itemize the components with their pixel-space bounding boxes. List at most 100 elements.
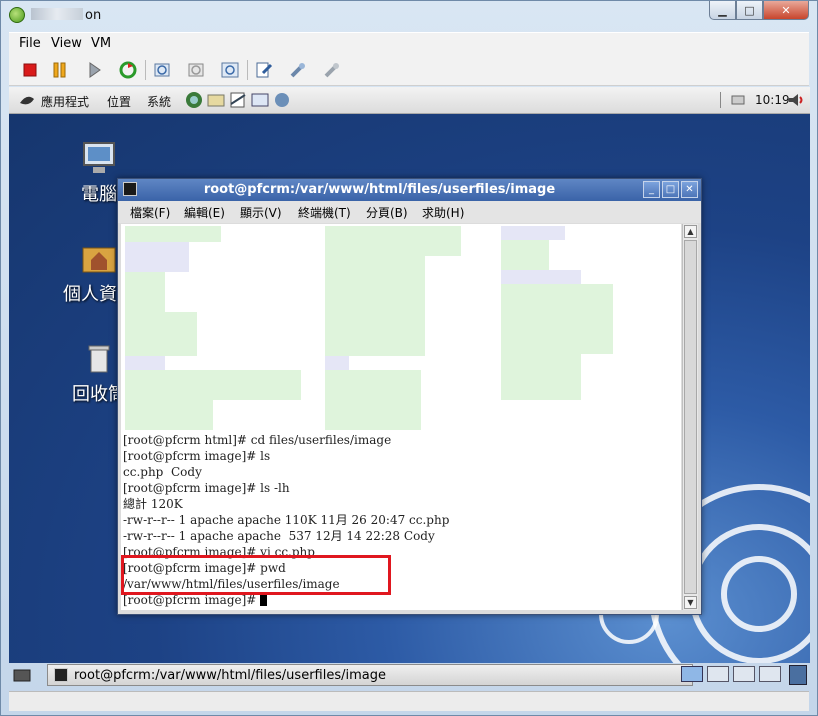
vmware-logo-icon [9,7,25,23]
terminal-line: [root@pfcrm image]# ls [123,449,271,463]
revert-snapshot-icon[interactable] [187,61,205,79]
scroll-down-arrow-icon[interactable]: ▼ [684,596,697,609]
toolbar-separator [247,60,248,80]
refresh-icon[interactable] [119,61,137,79]
menu-applications[interactable]: 應用程式 [41,93,89,110]
gnome-top-panel: 應用程式 位置 系統 10:19 [9,87,810,114]
terminal-menubar: 檔案(F) 編輯(E) 顯示(V) 終端機(T) 分頁(B) 求助(H) [118,201,701,223]
maximize-button[interactable]: □ [736,1,763,20]
redacted-block [325,226,461,256]
redacted-block [125,356,165,370]
redacted-block [325,256,425,356]
workspace-2-icon[interactable] [707,666,729,682]
scroll-up-arrow-icon[interactable]: ▲ [684,225,697,238]
redacted-block [325,370,421,430]
pause-icon[interactable] [51,61,69,79]
host-menubar: File View VM [9,32,809,54]
menu-vm[interactable]: VM [91,36,111,51]
host-toolbar [9,54,809,86]
terminal-scrollbar[interactable]: ▲ ▼ [682,224,698,610]
redacted-block [125,370,301,400]
menu-places[interactable]: 位置 [107,93,131,110]
redacted-block [501,354,581,400]
stop-icon[interactable] [21,61,39,79]
terminal-line: 總計 120K [123,497,183,511]
terminal-line: [root@pfcrm image]# ls -lh [123,481,290,495]
host-window-title: on [31,8,101,23]
manage-snapshots-icon[interactable] [221,61,239,79]
terminal-line: cc.php Cody [123,465,202,479]
share-icon[interactable] [323,61,341,79]
play-icon[interactable] [85,61,103,79]
redacted-block [125,226,221,242]
terminal-line: [root@pfcrm html]# cd files/userfiles/im… [123,433,392,447]
terminal-prompt: [root@pfcrm image]# [123,593,261,607]
menu-view[interactable]: View [51,36,82,51]
trash-applet-icon[interactable] [789,665,807,685]
scrollbar-thumb[interactable] [684,240,697,594]
email-launcher-icon[interactable] [206,90,226,113]
redacted-block [125,272,165,312]
computer-icon [81,140,117,176]
terminal-window[interactable]: root@pfcrm:/var/www/html/files/userfiles… [117,178,702,615]
taskbar-button-label: root@pfcrm:/var/www/html/files/userfiles… [74,668,386,683]
show-desktop-icon[interactable] [13,666,31,687]
terminal-menu-view[interactable]: 顯示(V) [240,204,282,221]
workspace-1-icon[interactable] [681,666,703,682]
tools-icon[interactable] [289,61,307,79]
close-button[interactable]: ✕ [763,1,809,20]
window-controls: ▁ □ ✕ [709,1,809,20]
terminal-output[interactable]: [root@pfcrm html]# cd files/userfiles/im… [121,224,681,610]
wallpaper-swirl [721,556,797,632]
terminal-cursor [260,594,268,606]
menu-file[interactable]: File [19,36,41,51]
terminal-title: root@pfcrm:/var/www/html/files/userfiles… [203,182,556,197]
volume-icon[interactable] [787,91,805,112]
redacted-block [501,240,549,270]
terminal-menu-help[interactable]: 求助(H) [422,204,464,221]
menu-system[interactable]: 系統 [147,93,171,110]
redacted-block [125,312,197,356]
terminal-maximize-button[interactable]: □ [662,181,679,198]
workspace-4-icon[interactable] [759,666,781,682]
vmware-host-window: on ▁ □ ✕ File View VM 應用程式 位置 系統 10:19 電… [0,0,818,716]
highlight-annotation-box [121,555,391,595]
redacted-block [501,270,581,284]
spreadsheet-launcher-icon[interactable] [272,90,292,113]
browser-launcher-icon[interactable] [184,90,204,113]
terminal-menu-edit[interactable]: 編輯(E) [184,204,225,221]
settings-icon[interactable] [255,61,273,79]
taskbar-terminal-button[interactable]: root@pfcrm:/var/www/html/files/userfiles… [47,664,693,686]
minimize-button[interactable]: ▁ [709,1,736,20]
terminal-menu-tabs[interactable]: 分頁(B) [366,204,408,221]
presentation-launcher-icon[interactable] [250,90,270,113]
network-icon[interactable] [731,94,745,109]
workspace-3-icon[interactable] [733,666,755,682]
host-status-bar [9,691,809,711]
guest-screen[interactable]: 應用程式 位置 系統 10:19 電腦 個人資料 回收筒 root@pfcrm:… [9,87,810,663]
guest-desktop[interactable]: 電腦 個人資料 回收筒 root@pfcrm:/var/www/html/fil… [9,114,810,663]
host-title-bar: on ▁ □ ✕ [1,1,817,31]
redacted-text [31,8,83,20]
redacted-block [125,400,213,430]
snapshot-icon[interactable] [153,61,171,79]
trash-icon [81,340,117,376]
redacted-block [125,242,189,272]
redacted-block [501,226,565,240]
writer-launcher-icon[interactable] [228,90,248,113]
terminal-line: -rw-r--r-- 1 apache apache 537 12月 14 22… [123,529,435,543]
panel-clock[interactable]: 10:19 [755,93,790,107]
gnome-bottom-panel: root@pfcrm:/var/www/html/files/userfiles… [1,661,818,689]
terminal-icon [54,668,68,682]
terminal-line: -rw-r--r-- 1 apache apache 110K 11月 26 2… [123,513,450,527]
redacted-block [325,356,349,370]
panel-separator [719,92,723,111]
terminal-title-bar[interactable]: root@pfcrm:/var/www/html/files/userfiles… [118,179,701,201]
home-folder-icon [81,240,117,276]
terminal-minimize-button[interactable]: _ [643,181,660,198]
redacted-block [501,284,613,354]
terminal-menu-file[interactable]: 檔案(F) [130,204,170,221]
terminal-menu-terminal[interactable]: 終端機(T) [298,204,351,221]
terminal-close-button[interactable]: ✕ [681,181,698,198]
panel-logo-icon [19,93,35,110]
